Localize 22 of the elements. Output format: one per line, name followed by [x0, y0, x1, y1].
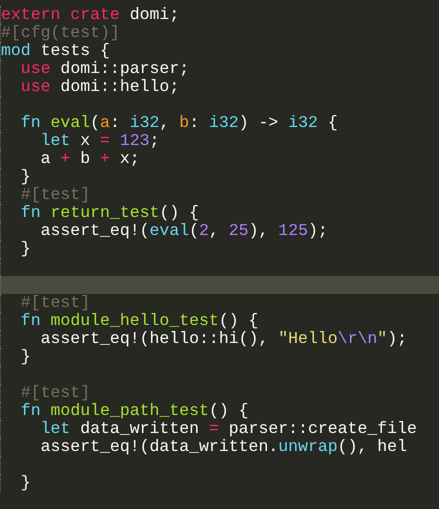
code-line: } — [0, 474, 439, 492]
code-line: let x = 123; — [0, 132, 439, 150]
code-line: } — [0, 168, 439, 186]
code-line: assert_eq!(data_written.unwrap(), hel — [0, 438, 439, 456]
code-line: extern crate domi; — [0, 6, 439, 24]
code-line: fn eval(a: i32, b: i32) -> i32 { — [0, 114, 439, 132]
code-line: #[test] — [0, 294, 439, 312]
code-line: #[test] — [0, 384, 439, 402]
code-line: fn return_test() { — [0, 204, 439, 222]
code-line: assert_eq!(hello::hi(), "Hello\r\n"); — [0, 330, 439, 348]
code-line: #[cfg(test)] — [0, 24, 439, 42]
code-line: mod tests { — [0, 42, 439, 60]
code-line: #[test] — [0, 186, 439, 204]
code-line: } — [0, 240, 439, 258]
code-line: fn module_path_test() { — [0, 402, 439, 420]
code-line: use domi::hello; — [0, 78, 439, 96]
code-line: fn module_hello_test() { — [0, 312, 439, 330]
code-line: let data_written = parser::create_file — [0, 420, 439, 438]
code-line: use domi::parser; — [0, 60, 439, 78]
code-line: } — [0, 348, 439, 366]
code-line: a + b + x; — [0, 150, 439, 168]
code-line: assert_eq!(eval(2, 25), 125); — [0, 222, 439, 240]
